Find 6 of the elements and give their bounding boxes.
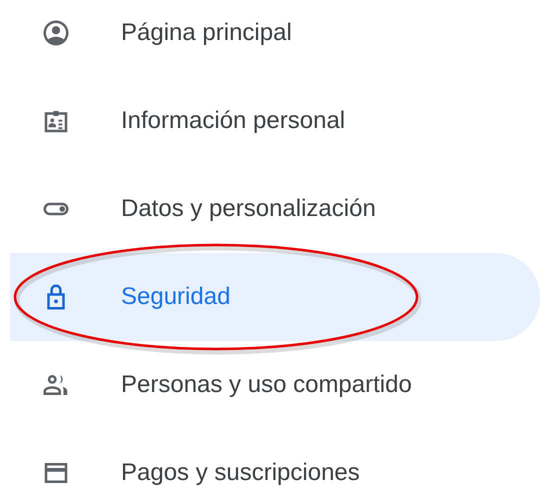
sidebar-item[interactable]: Personas y uso compartido <box>10 341 540 429</box>
sidebar-item[interactable]: Datos y personalización <box>10 165 540 253</box>
sidebar-item[interactable]: Página principal <box>10 0 540 77</box>
sidebar-item[interactable]: Pagos y suscripciones <box>10 429 540 486</box>
sidebar-item[interactable]: Seguridad <box>10 253 540 341</box>
sidebar-item[interactable]: Información personal <box>10 77 540 165</box>
